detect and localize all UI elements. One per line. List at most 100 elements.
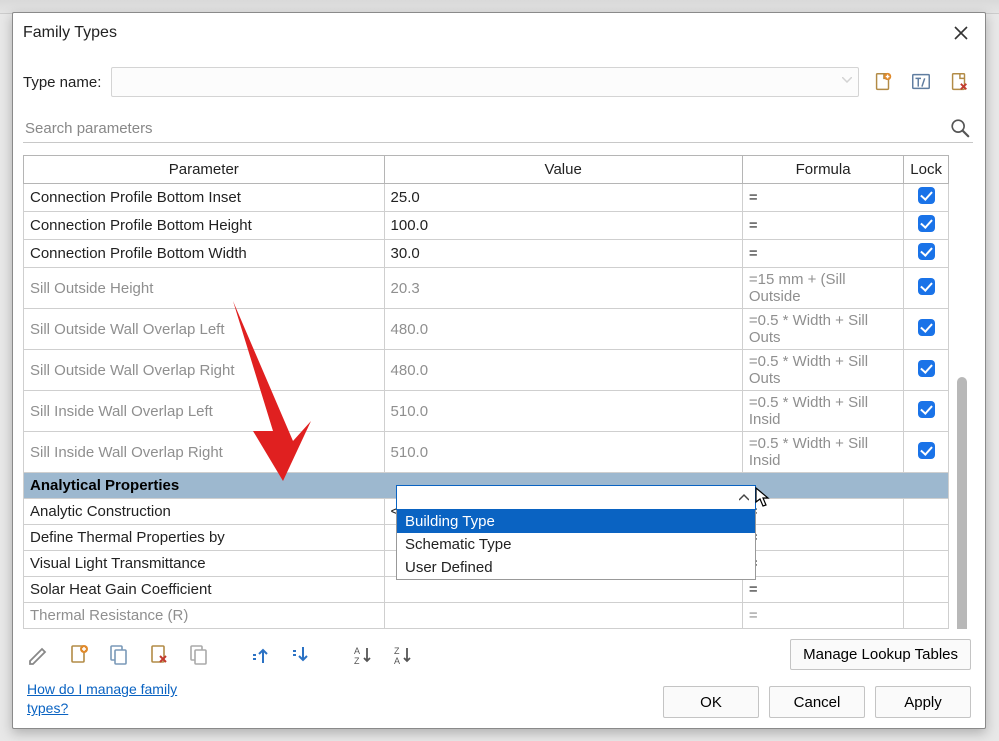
manage-lookup-button[interactable]: Manage Lookup Tables	[790, 639, 971, 670]
param-formula-cell[interactable]: =	[742, 212, 903, 240]
checked-icon[interactable]	[918, 360, 935, 377]
param-name-cell[interactable]: Sill Outside Height	[24, 268, 385, 309]
apply-button[interactable]: Apply	[875, 686, 971, 718]
param-formula-cell[interactable]: =15 mm + (Sill Outside	[742, 268, 903, 309]
param-formula-cell[interactable]: =	[742, 184, 903, 212]
param-lock-cell[interactable]	[904, 184, 949, 212]
param-value-cell[interactable]: 510.0	[384, 391, 742, 432]
copy-parameter-button[interactable]	[105, 641, 133, 669]
checked-icon[interactable]	[918, 215, 935, 232]
param-value-cell[interactable]: 100.0	[384, 212, 742, 240]
param-formula-cell[interactable]: =0.5 * Width + Sill Insid	[742, 432, 903, 473]
param-name-cell[interactable]: Sill Outside Wall Overlap Left	[24, 309, 385, 350]
close-button[interactable]	[945, 19, 977, 47]
search-button[interactable]	[949, 117, 971, 143]
search-input[interactable]	[23, 115, 973, 143]
col-formula[interactable]: Formula	[742, 156, 903, 184]
sort-desc-button[interactable]: ZA	[389, 641, 417, 669]
param-lock-cell[interactable]	[904, 240, 949, 268]
table-row[interactable]: Sill Outside Wall Overlap Right480.0=0.5…	[24, 350, 949, 391]
checked-icon[interactable]	[918, 401, 935, 418]
param-lock-cell[interactable]	[904, 309, 949, 350]
param-formula-cell[interactable]: =	[742, 240, 903, 268]
checked-icon[interactable]	[918, 278, 935, 295]
checked-icon[interactable]	[918, 187, 935, 204]
param-lock-cell[interactable]	[904, 525, 949, 551]
sort-asc-button[interactable]: AZ	[349, 641, 377, 669]
param-name-cell[interactable]: Define Thermal Properties by	[24, 525, 385, 551]
table-row[interactable]: Connection Profile Bottom Width30.0=	[24, 240, 949, 268]
col-value[interactable]: Value	[384, 156, 742, 184]
new-type-button[interactable]	[869, 68, 897, 96]
param-lock-cell[interactable]	[904, 603, 949, 629]
param-value-cell[interactable]: 20.3	[384, 268, 742, 309]
param-name-cell[interactable]: Heat Transfer Coefficient (U)	[24, 629, 385, 630]
param-formula-cell[interactable]: =0.5 * Width + Sill Outs	[742, 350, 903, 391]
duplicate-button[interactable]	[185, 641, 213, 669]
dropdown-option[interactable]: User Defined	[397, 556, 755, 579]
typename-select[interactable]	[111, 67, 859, 97]
scrollbar[interactable]	[955, 155, 969, 629]
table-row[interactable]: Connection Profile Bottom Inset25.0=	[24, 184, 949, 212]
col-parameter[interactable]: Parameter	[24, 156, 385, 184]
rename-type-button[interactable]	[907, 68, 935, 96]
param-lock-cell[interactable]	[904, 577, 949, 603]
param-value-cell[interactable]: 25.0	[384, 184, 742, 212]
param-lock-cell[interactable]	[904, 432, 949, 473]
param-lock-cell[interactable]	[904, 629, 949, 630]
delete-parameter-button[interactable]	[145, 641, 173, 669]
table-row[interactable]: Thermal Resistance (R) =	[24, 603, 949, 629]
ok-button[interactable]: OK	[663, 686, 759, 718]
param-name-cell[interactable]: Connection Profile Bottom Height	[24, 212, 385, 240]
param-name-cell[interactable]: Sill Inside Wall Overlap Right	[24, 432, 385, 473]
checked-icon[interactable]	[918, 442, 935, 459]
param-name-cell[interactable]: Visual Light Transmittance	[24, 551, 385, 577]
param-lock-cell[interactable]	[904, 212, 949, 240]
param-formula-cell[interactable]: =	[742, 551, 903, 577]
table-row[interactable]: Sill Outside Height20.3=15 mm + (Sill Ou…	[24, 268, 949, 309]
table-row[interactable]: Solar Heat Gain Coefficient=	[24, 577, 949, 603]
help-link[interactable]: How do I manage family types?	[27, 680, 197, 718]
col-lock[interactable]: Lock	[904, 156, 949, 184]
param-formula-cell[interactable]: =	[742, 603, 903, 629]
param-name-cell[interactable]: Thermal Resistance (R)	[24, 603, 385, 629]
param-lock-cell[interactable]	[904, 391, 949, 432]
new-parameter-button[interactable]	[65, 641, 93, 669]
param-lock-cell[interactable]	[904, 350, 949, 391]
checked-icon[interactable]	[918, 319, 935, 336]
table-row[interactable]: Connection Profile Bottom Height100.0=	[24, 212, 949, 240]
cancel-button[interactable]: Cancel	[769, 686, 865, 718]
param-name-cell[interactable]: Solar Heat Gain Coefficient	[24, 577, 385, 603]
param-lock-cell[interactable]	[904, 551, 949, 577]
param-formula-cell[interactable]: =	[742, 525, 903, 551]
param-formula-cell[interactable]: =	[742, 629, 903, 630]
param-name-cell[interactable]: Sill Outside Wall Overlap Right	[24, 350, 385, 391]
param-name-cell[interactable]: Connection Profile Bottom Inset	[24, 184, 385, 212]
param-name-cell[interactable]: Connection Profile Bottom Width	[24, 240, 385, 268]
param-value-cell[interactable]: 480.0	[384, 350, 742, 391]
delete-type-button[interactable]	[945, 68, 973, 96]
table-row[interactable]: Sill Outside Wall Overlap Left480.0=0.5 …	[24, 309, 949, 350]
modify-parameter-button[interactable]	[25, 641, 53, 669]
dropdown-field[interactable]	[396, 485, 756, 510]
dropdown-option[interactable]: Building Type	[397, 510, 755, 533]
checked-icon[interactable]	[918, 243, 935, 260]
move-up-button[interactable]	[247, 641, 275, 669]
param-value-cell[interactable]	[384, 577, 742, 603]
move-down-button[interactable]	[287, 641, 315, 669]
dropdown-option[interactable]: Schematic Type	[397, 533, 755, 556]
param-value-cell[interactable]: 480.0	[384, 309, 742, 350]
param-lock-cell[interactable]	[904, 499, 949, 525]
table-row[interactable]: Sill Inside Wall Overlap Left510.0=0.5 *…	[24, 391, 949, 432]
table-row[interactable]: Sill Inside Wall Overlap Right510.0=0.5 …	[24, 432, 949, 473]
param-formula-cell[interactable]: =0.5 * Width + Sill Insid	[742, 391, 903, 432]
param-lock-cell[interactable]	[904, 268, 949, 309]
scrollbar-thumb[interactable]	[957, 377, 967, 629]
param-value-cell[interactable]: 510.0	[384, 432, 742, 473]
param-name-cell[interactable]: Analytic Construction	[24, 499, 385, 525]
thermal-properties-dropdown[interactable]: Building Type Schematic Type User Define…	[396, 485, 756, 580]
table-row[interactable]: Heat Transfer Coefficient (U)1.0000=	[24, 629, 949, 630]
param-name-cell[interactable]: Sill Inside Wall Overlap Left	[24, 391, 385, 432]
dropdown-list[interactable]: Building Type Schematic Type User Define…	[396, 510, 756, 580]
param-value-cell[interactable]	[384, 603, 742, 629]
